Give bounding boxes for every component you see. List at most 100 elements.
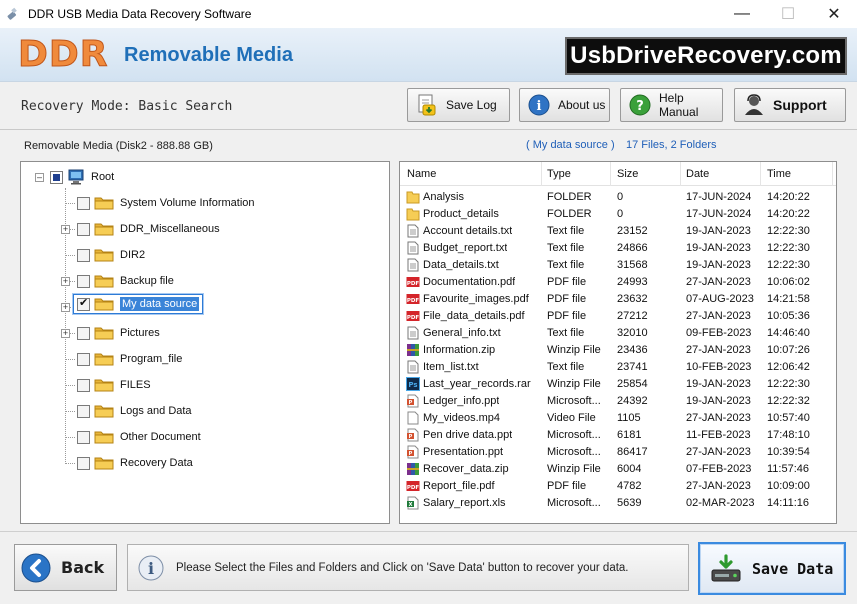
file-size: 27212 <box>617 310 648 322</box>
list-header: Name Type Size Date Time <box>400 162 836 186</box>
tree-node-checkbox[interactable] <box>77 326 90 340</box>
save-log-label: Save Log <box>446 98 497 112</box>
tree-node[interactable]: Pictures <box>77 323 160 343</box>
tree-node[interactable]: Other Document <box>77 427 201 447</box>
file-row[interactable]: PDF File_data_details.pdf PDF file 27212 27-… <box>400 308 836 325</box>
folder-icon <box>406 190 420 204</box>
tree-node-checkbox[interactable] <box>77 430 90 444</box>
column-name[interactable]: Name <box>407 168 436 180</box>
file-row[interactable]: P Pen drive data.ppt Microsoft... 6181 11-FE… <box>400 427 836 444</box>
file-row[interactable]: Ps Last_year_records.rar Winzip File 25854 1… <box>400 376 836 393</box>
folder-icon <box>94 431 114 444</box>
file-date: 19-JAN-2023 <box>686 259 751 271</box>
close-button[interactable]: ✕ <box>811 0 857 28</box>
file-name: Product_details <box>423 208 499 220</box>
file-row[interactable]: PDF Documentation.pdf PDF file 24993 27-JAN-… <box>400 274 836 291</box>
info-message: Please Select the Files and Folders and … <box>176 561 629 574</box>
root-checkbox[interactable] <box>50 170 63 184</box>
expand-icon[interactable]: + <box>61 303 70 312</box>
text-file-icon <box>406 258 420 272</box>
back-button[interactable]: Back <box>14 544 117 591</box>
tree-node[interactable]: Backup file <box>77 271 174 291</box>
file-type: Microsoft... <box>547 395 601 407</box>
file-date: 27-JAN-2023 <box>686 310 751 322</box>
tree-node[interactable]: Program_file <box>77 349 182 369</box>
tree-node[interactable]: FILES <box>77 375 151 395</box>
file-time: 14:11:16 <box>767 497 810 509</box>
toolbar: Recovery Mode: Basic Search Save Log i A… <box>0 82 857 130</box>
file-time: 12:22:30 <box>767 225 810 237</box>
folder-tree[interactable]: – Root System Volume Information + DDR_Mis… <box>20 161 390 524</box>
file-list[interactable]: Name Type Size Date Time Analysis FOLDER 0… <box>399 161 837 524</box>
tree-node-checkbox[interactable] <box>77 274 90 288</box>
file-size: 4782 <box>617 480 642 492</box>
tree-root[interactable]: – Root <box>35 167 114 187</box>
recovery-mode-label: Recovery Mode: Basic Search <box>21 99 233 114</box>
file-row[interactable]: Data_details.txt Text file 31568 19-JAN-202… <box>400 257 836 274</box>
file-row[interactable]: Analysis FOLDER 0 17-JUN-2024 14:20:22 <box>400 189 836 206</box>
tree-node-checkbox[interactable] <box>77 222 90 236</box>
column-size[interactable]: Size <box>617 168 638 180</box>
tree-node-checkbox[interactable] <box>77 378 90 392</box>
source-label: ( My data source ) <box>526 139 615 151</box>
file-row[interactable]: Account details.txt Text file 23152 19-JAN-… <box>400 223 836 240</box>
tree-node-checkbox[interactable] <box>77 404 90 418</box>
file-row[interactable]: Budget_report.txt Text file 24866 19-JAN-20… <box>400 240 836 257</box>
file-row[interactable]: My_videos.mp4 Video File 1105 27-JAN-2023 10… <box>400 410 836 427</box>
info-icon: i <box>138 555 164 580</box>
save-data-button[interactable]: Save Data <box>698 542 846 595</box>
tree-node-checkbox[interactable] <box>77 456 90 470</box>
file-time: 14:20:22 <box>767 191 810 203</box>
file-date: 27-JAN-2023 <box>686 276 751 288</box>
support-button[interactable]: Support <box>734 88 846 122</box>
file-type: FOLDER <box>547 191 592 203</box>
file-type: Video File <box>547 412 596 424</box>
file-row[interactable]: X Salary_report.xls Microsoft... 5639 02-MAR… <box>400 495 836 512</box>
expand-icon[interactable]: + <box>61 329 70 338</box>
back-label: Back <box>61 558 105 577</box>
file-row[interactable]: Information.zip Winzip File 23436 27-JAN-20… <box>400 342 836 359</box>
save-log-button[interactable]: Save Log <box>407 88 510 122</box>
tree-node[interactable]: System Volume Information <box>77 193 255 213</box>
help-manual-button[interactable]: ? Help Manual <box>620 88 723 122</box>
file-date: 19-JAN-2023 <box>686 242 751 254</box>
folder-icon <box>94 298 114 311</box>
file-time: 11:57:46 <box>767 463 810 475</box>
tree-node[interactable]: My data source <box>73 294 204 314</box>
folder-icon <box>94 327 114 340</box>
file-row[interactable]: Product_details FOLDER 0 17-JUN-2024 14:20:2… <box>400 206 836 223</box>
collapse-icon[interactable]: – <box>35 172 44 182</box>
about-us-button[interactable]: i About us <box>519 88 610 122</box>
file-size: 0 <box>617 208 624 220</box>
tree-node[interactable]: Recovery Data <box>77 453 193 473</box>
expand-icon[interactable]: + <box>61 277 70 286</box>
folder-icon <box>94 197 114 210</box>
tree-node-checkbox[interactable] <box>77 196 90 210</box>
expand-icon[interactable]: + <box>61 225 70 234</box>
file-row[interactable]: P Ledger_info.ppt Microsoft... 24392 19-JAN-… <box>400 393 836 410</box>
tree-node[interactable]: DDR_Miscellaneous <box>77 219 220 239</box>
file-row[interactable]: PDF Favourite_images.pdf PDF file 23632 07-A… <box>400 291 836 308</box>
file-name: Last_year_records.rar <box>423 378 531 390</box>
minimize-button[interactable]: — <box>719 0 765 28</box>
file-time: 10:39:54 <box>767 446 810 458</box>
svg-text:Ps: Ps <box>408 381 417 389</box>
tree-node[interactable]: DIR2 <box>77 245 145 265</box>
tree-node-checkbox[interactable] <box>77 248 90 262</box>
save-log-icon <box>416 94 438 116</box>
tree-node[interactable]: Logs and Data <box>77 401 192 421</box>
file-row[interactable]: Recover_data.zip Winzip File 6004 07-FEB-20… <box>400 461 836 478</box>
file-row[interactable]: General_info.txt Text file 32010 09-FEB-202… <box>400 325 836 342</box>
column-type[interactable]: Type <box>547 168 571 180</box>
column-date[interactable]: Date <box>686 168 709 180</box>
file-row[interactable]: Item_list.txt Text file 23741 10-FEB-2023 12… <box>400 359 836 376</box>
tree-node-checkbox[interactable] <box>77 352 90 366</box>
video-file-icon <box>406 411 420 425</box>
file-row[interactable]: P Presentation.ppt Microsoft... 86417 27-JAN… <box>400 444 836 461</box>
ppt-file-icon: P <box>406 394 420 408</box>
column-time[interactable]: Time <box>767 168 791 180</box>
tree-node-checkbox[interactable] <box>77 296 90 311</box>
file-row[interactable]: PDF Report_file.pdf PDF file 4782 27-JAN-202… <box>400 478 836 495</box>
file-type: Text file <box>547 361 585 373</box>
tree-node-label: System Volume Information <box>120 197 255 209</box>
